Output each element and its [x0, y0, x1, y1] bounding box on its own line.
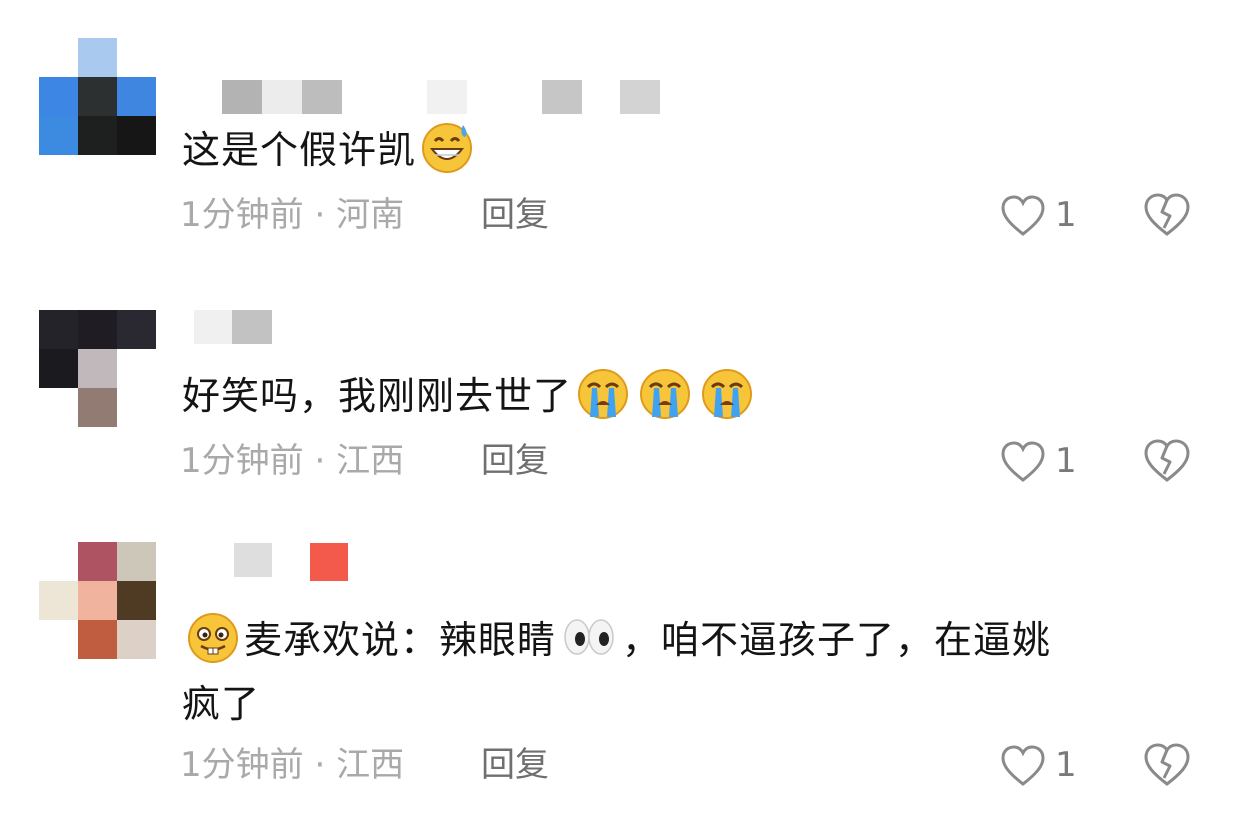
- comment-text: 这是个假许凯: [182, 118, 1192, 182]
- comment-meta: 1分钟前 · 河南: [180, 195, 404, 235]
- username-blurred[interactable]: [182, 543, 362, 581]
- location: 河南: [336, 195, 405, 235]
- comment-text-content-cont: ，咱不逼孩子了，在逼姚: [622, 618, 1052, 662]
- username-blurred[interactable]: [182, 310, 272, 344]
- meta-separator: ·: [314, 195, 326, 235]
- comment-text: 好笑吗，我刚刚去世了: [182, 364, 1192, 428]
- timestamp: 1分钟前: [180, 195, 304, 235]
- heart-outline-icon: [1001, 745, 1045, 786]
- meta-separator: ·: [314, 441, 326, 481]
- loudly-crying-emoji-icon: [640, 369, 691, 419]
- comment-text: 麦承欢说：辣眼睛 ，咱不逼孩子了，在逼姚疯了: [182, 608, 1192, 736]
- like-count: 1: [1055, 441, 1077, 481]
- loudly-crying-emoji-icon: [702, 369, 753, 419]
- like-button[interactable]: 1: [1000, 438, 1090, 488]
- comment-text-content: 这是个假许凯: [182, 128, 417, 172]
- like-button[interactable]: 1: [1000, 742, 1090, 792]
- eyes-emoji-icon: [564, 619, 614, 655]
- heart-outline-icon: [1001, 195, 1045, 236]
- avatar[interactable]: [39, 542, 156, 659]
- grinning-sweat-emoji-icon: [422, 123, 473, 173]
- reply-button[interactable]: 回复: [481, 745, 549, 785]
- location: 江西: [336, 441, 405, 481]
- loudly-crying-emoji-icon: [578, 369, 629, 419]
- avatar[interactable]: [39, 310, 156, 427]
- reply-button[interactable]: 回复: [481, 195, 549, 235]
- like-count: 1: [1055, 745, 1077, 785]
- broken-heart-icon[interactable]: [1143, 192, 1191, 238]
- comment-meta: 1分钟前 · 江西: [180, 441, 404, 481]
- broken-heart-icon[interactable]: [1143, 438, 1191, 484]
- timestamp: 1分钟前: [180, 441, 304, 481]
- meta-separator: ·: [314, 745, 326, 785]
- timestamp: 1分钟前: [180, 745, 304, 785]
- location: 江西: [336, 745, 405, 785]
- avatar[interactable]: [39, 38, 156, 155]
- like-count: 1: [1055, 195, 1077, 235]
- reply-button[interactable]: 回复: [481, 441, 549, 481]
- comment-text-content-wrap: 疯了: [182, 682, 261, 726]
- broken-heart-icon[interactable]: [1143, 742, 1191, 788]
- comment-text-content: 麦承欢说：辣眼睛: [244, 618, 557, 662]
- username-blurred[interactable]: [182, 80, 662, 114]
- comment-text-content: 好笑吗，我刚刚去世了: [182, 374, 573, 418]
- heart-outline-icon: [1001, 441, 1045, 482]
- like-button[interactable]: 1: [1000, 192, 1090, 242]
- comment-meta: 1分钟前 · 江西: [180, 745, 404, 785]
- buck-teeth-emoji-icon: [188, 613, 238, 663]
